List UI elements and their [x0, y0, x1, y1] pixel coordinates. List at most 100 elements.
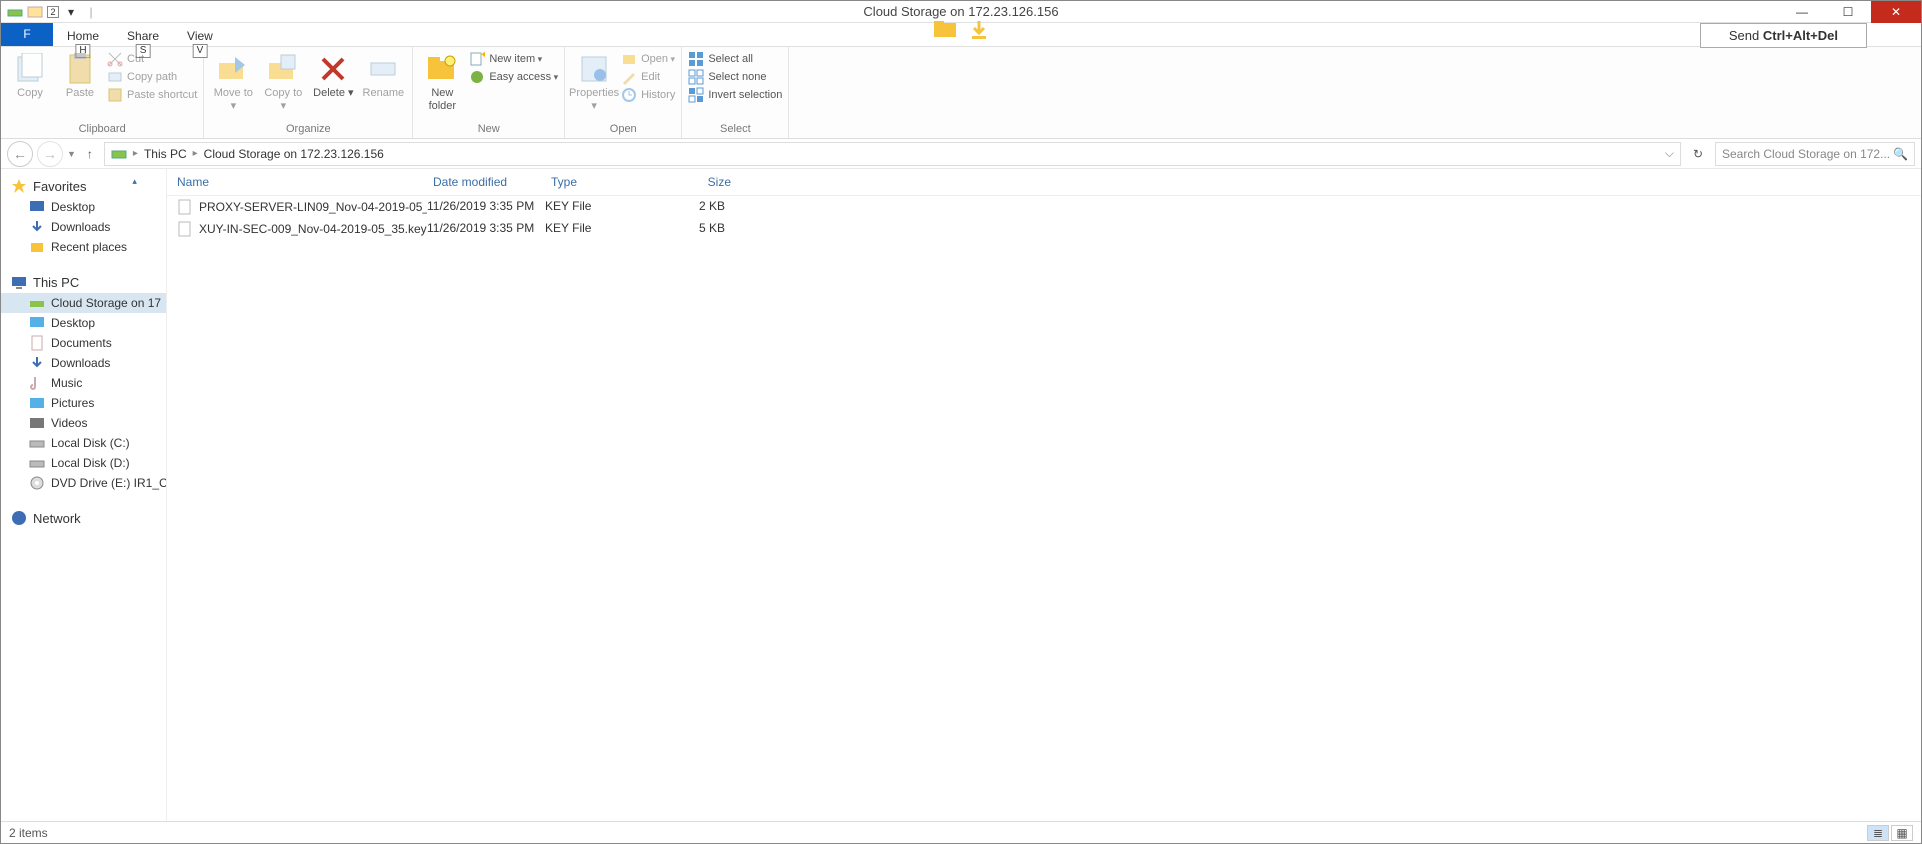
- nav-disk-d[interactable]: Local Disk (D:): [1, 453, 166, 473]
- new-item-button[interactable]: ✦New item: [469, 51, 558, 67]
- file-icon: [177, 221, 193, 237]
- copy-button[interactable]: Copy: [7, 49, 53, 100]
- music-icon: [29, 375, 45, 391]
- move-to-button[interactable]: Move to ▾: [210, 49, 256, 113]
- nav-videos[interactable]: Videos: [1, 413, 166, 433]
- nav-cloud-storage[interactable]: Cloud Storage on 17: [1, 293, 166, 313]
- minimize-button[interactable]: —: [1779, 1, 1825, 23]
- ribbon: Copy Paste Cut Copy path Paste shortcut …: [1, 47, 1921, 139]
- ribbon-group-new: New folder ✦New item Easy access New: [413, 47, 565, 138]
- invert-selection-button[interactable]: Invert selection: [688, 87, 782, 103]
- view-icons-button[interactable]: ▦: [1891, 825, 1913, 841]
- refresh-button[interactable]: ↻: [1685, 147, 1711, 161]
- view-switcher: ≣ ▦: [1867, 825, 1913, 841]
- sort-asc-icon: ▴: [132, 176, 137, 186]
- nav-forward-button[interactable]: →: [37, 141, 63, 167]
- maximize-button[interactable]: ☐: [1825, 1, 1871, 23]
- col-name[interactable]: Name ▴: [177, 175, 433, 189]
- ribbon-group-clipboard: Copy Paste Cut Copy path Paste shortcut …: [1, 47, 204, 138]
- status-bar: 2 items ≣ ▦: [1, 821, 1921, 843]
- nav-downloads[interactable]: Downloads: [1, 353, 166, 373]
- col-date[interactable]: Date modified: [433, 175, 551, 189]
- home-tab[interactable]: HomeH: [53, 25, 113, 46]
- crumb-location[interactable]: Cloud Storage on 172.23.126.156: [204, 147, 384, 161]
- crumb-this-pc[interactable]: This PC: [144, 147, 187, 161]
- file-list: Name ▴ Date modified Type Size PROXY-SER…: [167, 169, 1921, 821]
- properties-button[interactable]: Properties ▾: [571, 49, 617, 113]
- open-button[interactable]: Open: [621, 51, 675, 67]
- nav-documents[interactable]: Documents: [1, 333, 166, 353]
- recent-icon: [29, 239, 45, 255]
- copy-path-button[interactable]: Copy path: [107, 69, 197, 85]
- nav-disk-c[interactable]: Local Disk (C:): [1, 433, 166, 453]
- explorer-icon: [27, 4, 43, 20]
- nav-pictures[interactable]: Pictures: [1, 393, 166, 413]
- history-button[interactable]: History: [621, 87, 675, 103]
- status-item-count: 2 items: [9, 826, 48, 840]
- send-ctrl-alt-del-button[interactable]: Send Ctrl+Alt+Del: [1700, 23, 1867, 48]
- nav-favorites[interactable]: Favorites: [1, 175, 166, 197]
- videos-icon: [29, 415, 45, 431]
- nav-music[interactable]: Music: [1, 373, 166, 393]
- nav-network[interactable]: Network: [1, 507, 166, 529]
- title-overlay-icons: [932, 19, 990, 41]
- col-type[interactable]: Type: [551, 175, 669, 189]
- nav-dvd-e[interactable]: DVD Drive (E:) IR1_C: [1, 473, 166, 493]
- qat-sep: |: [83, 4, 99, 20]
- download-overlay-icon: [968, 19, 990, 41]
- drive-icon: [7, 4, 23, 20]
- downloads-icon: [29, 219, 45, 235]
- documents-icon: [29, 335, 45, 351]
- col-size[interactable]: Size: [669, 175, 743, 189]
- copy-to-button[interactable]: Copy to ▾: [260, 49, 306, 113]
- delete-button[interactable]: Delete ▾: [310, 49, 356, 100]
- select-none-button[interactable]: Select none: [688, 69, 782, 85]
- file-row[interactable]: PROXY-SERVER-LIN09_Nov-04-2019-05_... 11…: [167, 196, 1921, 218]
- pictures-icon: [29, 395, 45, 411]
- paste-shortcut-button[interactable]: Paste shortcut: [107, 87, 197, 103]
- pc-icon: [11, 274, 27, 290]
- nav-recent-dropdown[interactable]: ▼: [67, 149, 76, 159]
- drive-small-icon: [111, 146, 127, 162]
- window-controls: — ☐ ✕: [1779, 1, 1921, 23]
- dvd-icon: [29, 475, 45, 491]
- paste-button[interactable]: Paste: [57, 49, 103, 100]
- close-button[interactable]: ✕: [1871, 1, 1921, 23]
- window-title: Cloud Storage on 172.23.126.156: [863, 4, 1058, 19]
- network-icon: [11, 510, 27, 526]
- address-dropdown-icon[interactable]: ⌵: [1665, 146, 1674, 161]
- downloads-icon: [29, 355, 45, 371]
- nav-up-button[interactable]: ↑: [80, 147, 100, 161]
- view-tab[interactable]: ViewV: [173, 25, 227, 46]
- nav-fav-downloads[interactable]: Downloads: [1, 217, 166, 237]
- svg-text:✦: ✦: [480, 51, 485, 61]
- file-row[interactable]: XUY-IN-SEC-009_Nov-04-2019-05_35.key 11/…: [167, 218, 1921, 240]
- qat-dropdown-icon[interactable]: ▾: [63, 4, 79, 20]
- share-tab[interactable]: ShareS: [113, 25, 173, 46]
- network-drive-icon: [29, 295, 45, 311]
- ribbon-group-organize: Move to ▾ Copy to ▾ Delete ▾ Rename Orga…: [204, 47, 413, 138]
- quick-access-toolbar: 2 ▾ |: [1, 4, 99, 20]
- breadcrumb[interactable]: ▸ This PC ▸ Cloud Storage on 172.23.126.…: [104, 142, 1681, 166]
- desktop-icon: [29, 199, 45, 215]
- nav-fav-desktop[interactable]: Desktop: [1, 197, 166, 217]
- nav-back-button[interactable]: ←: [7, 141, 33, 167]
- folder-overlay-icon: [932, 19, 960, 41]
- cut-button[interactable]: Cut: [107, 51, 197, 67]
- nav-desktop[interactable]: Desktop: [1, 313, 166, 333]
- nav-this-pc[interactable]: This PC: [1, 271, 166, 293]
- ribbon-group-select: Select all Select none Invert selection …: [682, 47, 789, 138]
- nav-fav-recent[interactable]: Recent places: [1, 237, 166, 257]
- new-folder-button[interactable]: New folder: [419, 49, 465, 113]
- edit-button[interactable]: Edit: [621, 69, 675, 85]
- rename-button[interactable]: Rename: [360, 49, 406, 100]
- easy-access-button[interactable]: Easy access: [469, 69, 558, 85]
- file-tab[interactable]: F: [1, 22, 53, 46]
- chevron-right-icon[interactable]: ▸: [193, 148, 198, 159]
- select-all-button[interactable]: Select all: [688, 51, 782, 67]
- search-box[interactable]: Search Cloud Storage on 172... 🔍: [1715, 142, 1915, 166]
- qat-keytip: 2: [47, 6, 59, 18]
- ribbon-group-open: Properties ▾ Open Edit History Open: [565, 47, 682, 138]
- view-details-button[interactable]: ≣: [1867, 825, 1889, 841]
- chevron-right-icon[interactable]: ▸: [133, 148, 138, 159]
